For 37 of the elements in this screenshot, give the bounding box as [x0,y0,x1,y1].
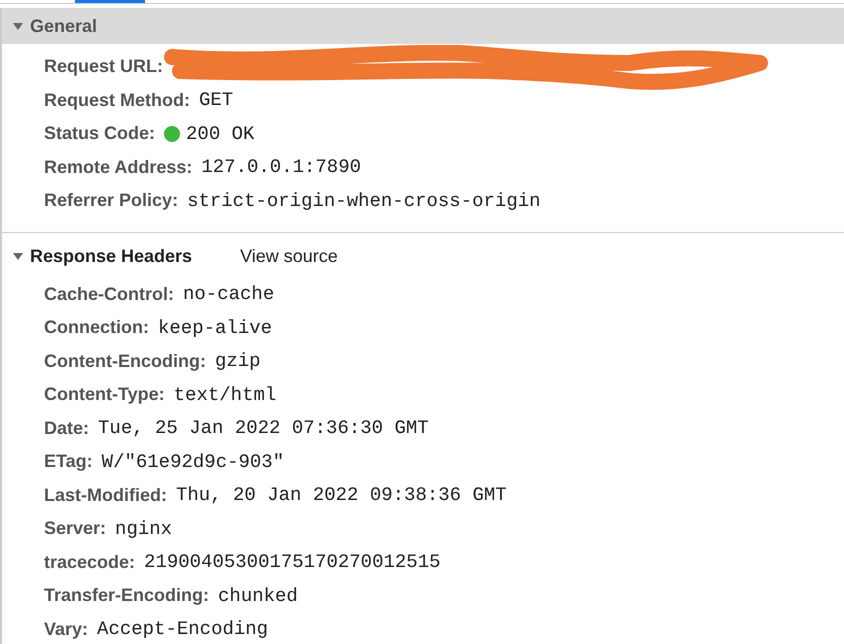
header-name: Status Code: [44,122,156,146]
header-name: tracecode: [44,550,136,574]
header-value: nginx [115,516,172,542]
section-title[interactable]: Response Headers [30,242,192,270]
expanded-triangle-icon[interactable] [12,20,24,32]
header-name: Vary: [44,618,88,641]
header-name: Remote Address: [44,156,192,179]
header-value: GET [199,88,234,113]
header-name: Transfer-Encoding: [44,584,210,608]
header-name: Request URL: [44,55,164,78]
header-value: 200 OK [186,122,254,146]
header-value: 127.0.0.1:7890 [201,155,362,180]
header-name: Connection: [44,316,149,340]
header-value: keep-alive [158,316,272,340]
header-value: Thu, 20 Jan 2022 09:38:36 GMT [176,483,507,508]
header-value: Accept-Encoding [97,617,268,642]
header-name: Last-Modified: [44,484,167,507]
section-title[interactable]: General [30,12,98,40]
view-source-link[interactable]: View source [240,242,338,270]
header-name: Cache-Control: [44,282,174,306]
header-value: 21900405300175170270012515 [144,550,440,575]
header-name: Server: [44,517,106,540]
header-name: Content-Encoding: [44,350,206,373]
header-value: chunked [218,584,298,608]
header-value: W/"61e92d9c-903" [102,450,284,474]
header-name: Referrer Policy: [44,189,178,212]
header-value: strict-origin-when-cross-origin [187,188,541,214]
header-value: no-cache [183,282,274,307]
header-value: gzip [214,349,261,374]
header-name: Request Method: [44,88,190,112]
header-name: ETag: [44,450,93,474]
expanded-triangle-icon[interactable] [12,250,24,262]
selected-tab-indicator [75,0,145,3]
header-value: Tue, 25 Jan 2022 07:36:30 GMT [98,416,429,441]
header-name: Date: [44,416,90,440]
header-name: Content-Type: [44,383,165,406]
header-value: text/html [174,382,276,408]
